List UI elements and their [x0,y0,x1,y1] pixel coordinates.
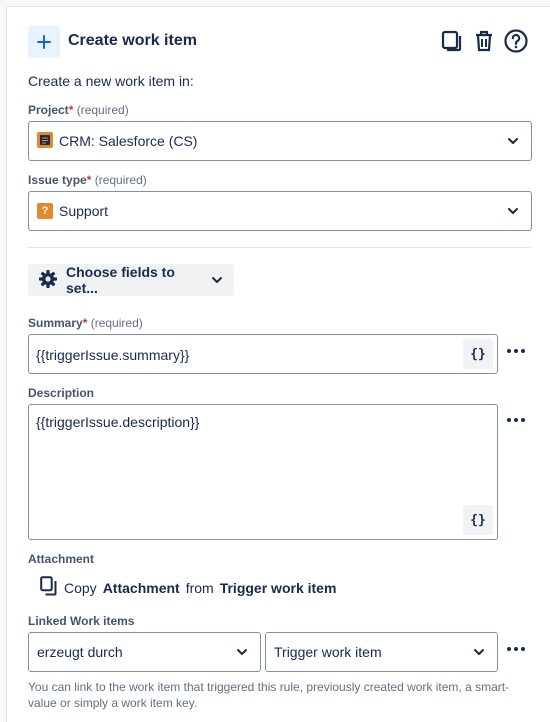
project-icon [37,131,53,151]
link-target-select[interactable]: Trigger work item [265,632,498,672]
summary-label: Summary* (required) [28,316,143,330]
smart-value-button[interactable]: {} [463,339,493,369]
plus-icon [28,26,60,58]
copy-what: Attachment [102,579,180,596]
issue-type-value: Support [59,203,109,219]
trash-icon[interactable] [470,27,498,55]
help-icon[interactable] [502,27,530,55]
chevron-down-icon [209,272,224,288]
attachment-label: Attachment [28,552,95,566]
description-label: Description [28,386,95,400]
project-label: Project* (required) [28,103,129,117]
intro-text: Create a new work item in: [28,73,194,89]
description-textarea[interactable]: {{triggerIssue.description}} {} [28,404,498,540]
copy-icon [40,576,58,599]
copy-attachment-option[interactable]: Copy Attachment from Trigger work item [40,576,336,599]
link-type-select[interactable]: erzeugt durch [28,632,261,672]
copy-prefix: Copy [64,579,97,596]
summary-value: {{triggerIssue.summary}} [36,347,190,363]
gear-icon [38,269,58,292]
link-target-value: Trigger work item [274,644,382,660]
copy-icon[interactable] [438,27,466,55]
chevron-down-icon [471,644,487,660]
copy-source: Trigger work item [219,579,337,596]
linked-help-text: You can link to the work item that trigg… [28,680,510,710]
divider [28,247,531,248]
support-icon: ? [37,203,53,219]
summary-input[interactable]: {{triggerIssue.summary}} {} [28,334,498,374]
more-options-icon[interactable] [504,408,528,432]
chevron-down-icon [505,203,521,219]
linked-work-items-label: Linked Work items [28,614,135,628]
choose-fields-button[interactable]: Choose fields to set... [28,264,234,296]
issue-type-select[interactable]: ? Support [28,191,532,231]
chevron-down-icon [505,133,521,149]
more-options-icon[interactable] [504,637,528,661]
smart-value-button[interactable]: {} [463,505,493,535]
more-options-icon[interactable] [504,339,528,363]
issue-type-label: Issue type* (required) [28,173,147,187]
chevron-down-icon [234,644,250,660]
panel-title: Create work item [68,32,197,49]
project-select[interactable]: CRM: Salesforce (CS) [28,121,532,161]
link-type-value: erzeugt durch [37,644,123,660]
project-value: CRM: Salesforce (CS) [59,133,198,149]
copy-from: from [185,579,214,596]
choose-fields-label: Choose fields to set... [66,264,175,296]
description-value: {{triggerIssue.description}} [36,414,200,430]
